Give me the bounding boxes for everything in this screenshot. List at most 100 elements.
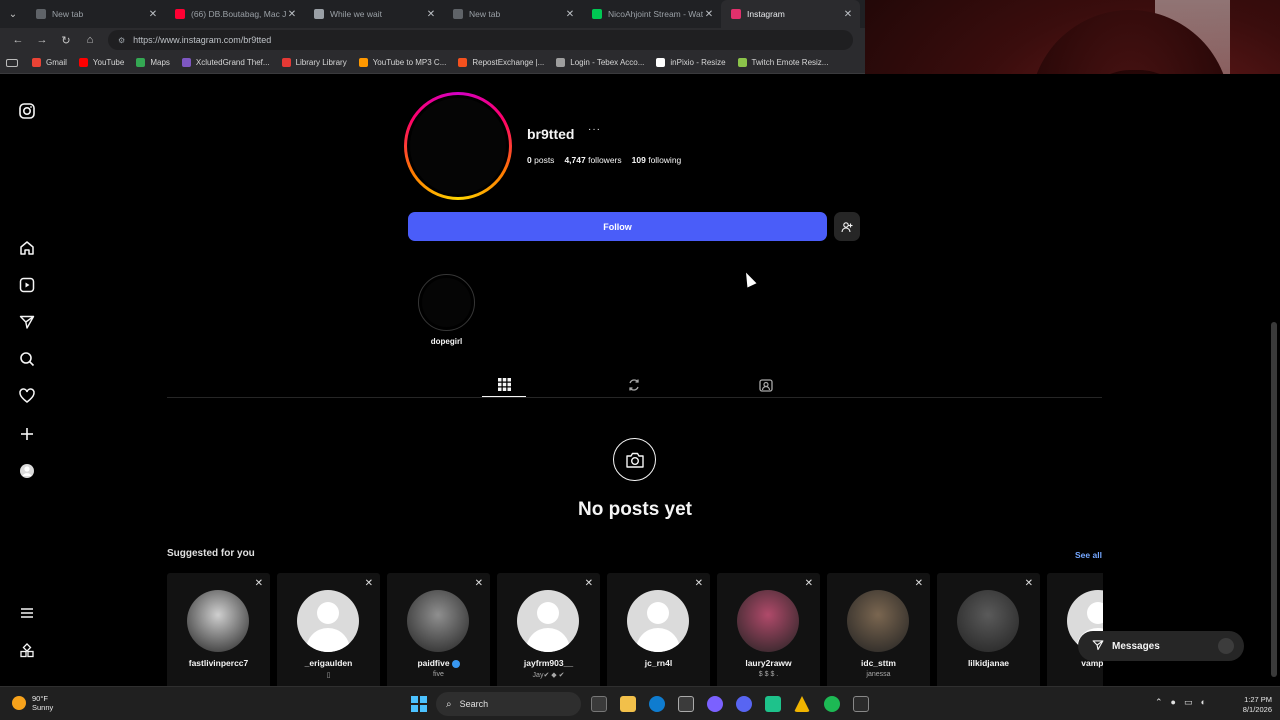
suggested-user-card[interactable]: ✕ jayfrm903__ Jay✔ ◆ ✔ — [497, 573, 600, 686]
suggested-user-card[interactable]: ✕ jc_rn4l — [607, 573, 710, 686]
dismiss-icon[interactable]: ✕ — [695, 578, 703, 589]
browser-tab[interactable]: While we wait ✕ — [304, 0, 443, 28]
browser-tab[interactable]: New tab ✕ — [26, 0, 165, 28]
search-nav-icon[interactable] — [18, 350, 36, 368]
suggested-user-card[interactable]: ✕ idc_sttm janessa — [827, 573, 930, 686]
bookmark-item[interactable]: Maps — [136, 58, 170, 67]
default-avatar-icon[interactable] — [297, 590, 359, 652]
reload-icon[interactable]: ↻ — [54, 34, 78, 47]
store-icon[interactable] — [678, 696, 694, 712]
scroll-thumb[interactable] — [1271, 322, 1277, 677]
system-clock[interactable]: 1:27 PM 8/1/2026 — [1230, 695, 1272, 715]
app-icon-dark[interactable] — [853, 696, 869, 712]
home-icon[interactable]: ⌂ — [78, 34, 102, 46]
bookmark-item[interactable]: Library Library — [281, 58, 347, 67]
followers-stat[interactable]: 4,747 followers — [564, 155, 621, 165]
browser-tab[interactable]: NicoAhjoint Stream - Watch ✕ — [582, 0, 721, 28]
suggested-user-name[interactable]: jc_rn4l — [607, 658, 710, 668]
forward-arrow-icon[interactable]: → — [30, 34, 54, 46]
suggested-user-avatar[interactable] — [407, 590, 469, 652]
bookmark-item[interactable]: Login - Tebex Acco... — [556, 58, 644, 67]
default-avatar-icon[interactable] — [517, 590, 579, 652]
follow-button[interactable]: Follow — [408, 212, 827, 241]
tagged-tab-icon[interactable] — [744, 372, 788, 398]
tray-chevron-icon[interactable]: ⌃ — [1155, 697, 1163, 708]
create-plus-icon[interactable] — [18, 425, 36, 443]
network-icon[interactable]: ▭ — [1184, 697, 1193, 708]
tab-close-icon[interactable]: ✕ — [842, 9, 854, 20]
reels-nav-icon[interactable] — [18, 276, 36, 294]
also-from-meta-icon[interactable] — [18, 642, 36, 660]
apps-icon[interactable] — [6, 58, 18, 67]
volume-icon[interactable]: ◐ — [1201, 697, 1206, 708]
suggested-user-name[interactable]: jayfrm903__ — [497, 658, 600, 668]
suggested-user-name[interactable]: _erigaulden — [277, 658, 380, 668]
dismiss-icon[interactable]: ✕ — [1025, 578, 1033, 589]
dismiss-icon[interactable]: ✕ — [805, 578, 813, 589]
spotify-icon[interactable] — [824, 696, 840, 712]
tab-search-icon[interactable]: ⌄ — [0, 0, 26, 28]
story-highlight[interactable] — [418, 274, 475, 331]
task-view-icon[interactable] — [591, 696, 607, 712]
tab-close-icon[interactable]: ✕ — [286, 9, 298, 20]
suggested-user-card[interactable]: ✕ paidfive five — [387, 573, 490, 686]
suggested-user-name[interactable]: fastlivinpercc7 — [167, 658, 270, 668]
site-info-icon[interactable]: ⚙ — [118, 36, 125, 45]
dismiss-icon[interactable]: ✕ — [475, 578, 483, 589]
suggested-user-card[interactable]: ✕ laury2raww $ $ $ . — [717, 573, 820, 686]
tab-close-icon[interactable]: ✕ — [703, 9, 715, 20]
more-menu-icon[interactable] — [18, 604, 36, 622]
dismiss-icon[interactable]: ✕ — [365, 578, 373, 589]
home-nav-icon[interactable] — [18, 239, 36, 257]
bookmark-item[interactable]: RepostExchange |... — [458, 58, 544, 67]
dismiss-icon[interactable]: ✕ — [915, 578, 923, 589]
tab-close-icon[interactable]: ✕ — [425, 9, 437, 20]
suggested-user-card[interactable]: ✕ lilkidjanae — [937, 573, 1040, 686]
posts-grid-tab[interactable] — [482, 372, 526, 398]
profile-avatar-icon[interactable] — [18, 462, 36, 480]
copilot-icon[interactable] — [707, 696, 723, 712]
tab-close-icon[interactable]: ✕ — [564, 9, 576, 20]
suggested-user-name[interactable]: idc_sttm — [827, 658, 930, 668]
profile-options-icon[interactable]: ··· — [588, 124, 601, 135]
suggested-user-name[interactable]: laury2raww — [717, 658, 820, 668]
browser-tab[interactable]: Instagram ✕ — [721, 0, 860, 28]
suggested-user-name[interactable]: paidfive — [387, 658, 490, 668]
bookmark-item[interactable]: inPixio - Resize — [656, 58, 726, 67]
microphone-icon[interactable]: ● — [1171, 697, 1176, 708]
messages-nav-icon[interactable] — [18, 313, 36, 331]
browser-tab[interactable]: New tab ✕ — [443, 0, 582, 28]
suggested-user-avatar[interactable] — [737, 590, 799, 652]
suggested-user-name[interactable]: lilkidjanae — [937, 658, 1040, 668]
notifications-heart-icon[interactable] — [18, 387, 36, 405]
edge-browser-icon[interactable] — [649, 696, 665, 712]
address-bar[interactable]: ⚙ https://www.instagram.com/br9tted — [108, 30, 853, 50]
messages-button[interactable]: Messages — [1078, 631, 1244, 661]
suggested-user-card[interactable]: ✕vampir... — [1047, 573, 1103, 686]
app-icon-green[interactable] — [765, 696, 781, 712]
profile-picture-story-ring[interactable] — [404, 92, 512, 200]
dismiss-icon[interactable]: ✕ — [585, 578, 593, 589]
taskbar-search[interactable]: ⌕ Search — [436, 692, 581, 716]
back-arrow-icon[interactable]: ← — [6, 34, 30, 46]
bookmark-item[interactable]: Gmail — [32, 58, 67, 67]
dismiss-icon[interactable]: ✕ — [255, 578, 263, 589]
following-stat[interactable]: 109 following — [632, 155, 682, 165]
suggested-user-avatar[interactable] — [957, 590, 1019, 652]
browser-tab[interactable]: (66) DB.Boutabag, Mac J, Yo✕ — [165, 0, 304, 28]
default-avatar-icon[interactable] — [627, 590, 689, 652]
file-explorer-icon[interactable] — [620, 696, 636, 712]
bookmark-item[interactable]: YouTube to MP3 C... — [358, 58, 446, 67]
bookmark-item[interactable]: Twitch Emote Resiz... — [737, 58, 828, 67]
instagram-logo-icon[interactable] — [18, 102, 36, 120]
tab-close-icon[interactable]: ✕ — [147, 9, 159, 20]
suggested-user-card[interactable]: ✕ _erigaulden ▯ — [277, 573, 380, 686]
windows-start-icon[interactable] — [411, 696, 427, 712]
bookmark-item[interactable]: YouTube — [78, 58, 124, 67]
weather-widget[interactable]: 90°F Sunny — [12, 694, 53, 712]
bookmark-item[interactable]: XclutedGrand Thef... — [181, 58, 270, 67]
discord-icon[interactable] — [736, 696, 752, 712]
suggested-user-avatar[interactable] — [847, 590, 909, 652]
page-scrollbar[interactable] — [1268, 312, 1280, 684]
suggested-user-avatar[interactable] — [187, 590, 249, 652]
